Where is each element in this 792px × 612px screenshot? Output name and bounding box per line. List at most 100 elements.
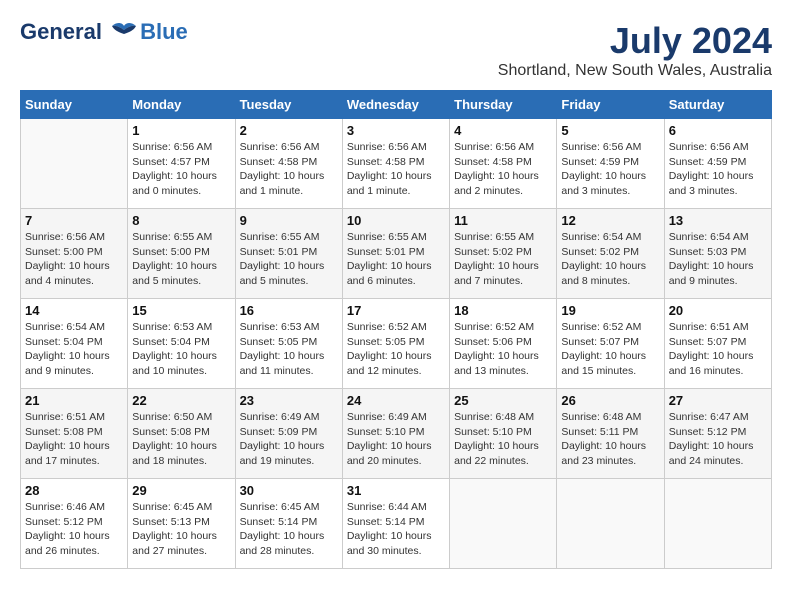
day-number: 17 bbox=[347, 303, 445, 318]
day-number: 4 bbox=[454, 123, 552, 138]
day-info: Sunrise: 6:55 AM Sunset: 5:00 PM Dayligh… bbox=[132, 230, 230, 289]
logo-blue-text: Blue bbox=[140, 19, 188, 44]
day-info: Sunrise: 6:48 AM Sunset: 5:10 PM Dayligh… bbox=[454, 410, 552, 469]
day-info: Sunrise: 6:44 AM Sunset: 5:14 PM Dayligh… bbox=[347, 500, 445, 559]
calendar-cell: 9Sunrise: 6:55 AM Sunset: 5:01 PM Daylig… bbox=[235, 209, 342, 299]
day-info: Sunrise: 6:47 AM Sunset: 5:12 PM Dayligh… bbox=[669, 410, 767, 469]
day-info: Sunrise: 6:48 AM Sunset: 5:11 PM Dayligh… bbox=[561, 410, 659, 469]
calendar-week-row: 28 Sunrise: 6:46 AM Sunset: 5:12 PM Dayli… bbox=[21, 479, 772, 569]
day-number: 16 bbox=[240, 303, 338, 318]
day-info: Sunrise: 6:56 AM Sunset: 4:59 PM Dayligh… bbox=[669, 140, 767, 199]
day-number: 24 bbox=[347, 393, 445, 408]
calendar-week-row: 1 Sunrise: 6:56 AM Sunset: 4:57 PM Daylig… bbox=[21, 119, 772, 209]
calendar-cell bbox=[557, 479, 664, 569]
day-info: Sunrise: 6:49 AM Sunset: 5:09 PM Dayligh… bbox=[240, 410, 338, 469]
day-info: Sunrise: 6:50 AM Sunset: 5:08 PM Dayligh… bbox=[132, 410, 230, 469]
day-info: Sunrise: 6:54 AM Sunset: 5:04 PM Dayligh… bbox=[25, 320, 123, 379]
day-info: Sunrise: 6:56 AM Sunset: 4:57 PM Dayligh… bbox=[132, 140, 230, 199]
day-info: Sunrise: 6:45 AM Sunset: 5:14 PM Dayligh… bbox=[240, 500, 338, 559]
day-number: 23 bbox=[240, 393, 338, 408]
calendar-cell: 21 Sunrise: 6:51 AM Sunset: 5:08 PM Dayli… bbox=[21, 389, 128, 479]
day-info: Sunrise: 6:51 AM Sunset: 5:08 PM Dayligh… bbox=[25, 410, 123, 469]
location-subtitle: Shortland, New South Wales, Australia bbox=[498, 62, 772, 80]
day-number: 10 bbox=[347, 213, 445, 228]
weekday-header-tuesday: Tuesday bbox=[235, 91, 342, 119]
calendar-week-row: 21 Sunrise: 6:51 AM Sunset: 5:08 PM Dayli… bbox=[21, 389, 772, 479]
calendar-cell: 30 Sunrise: 6:45 AM Sunset: 5:14 PM Dayli… bbox=[235, 479, 342, 569]
day-info: Sunrise: 6:49 AM Sunset: 5:10 PM Dayligh… bbox=[347, 410, 445, 469]
weekday-header-thursday: Thursday bbox=[450, 91, 557, 119]
day-number: 31 bbox=[347, 483, 445, 498]
day-info: Sunrise: 6:55 AM Sunset: 5:01 PM Dayligh… bbox=[347, 230, 445, 289]
day-number: 28 bbox=[25, 483, 123, 498]
calendar-cell: 2 Sunrise: 6:56 AM Sunset: 4:58 PM Daylig… bbox=[235, 119, 342, 209]
calendar-cell bbox=[21, 119, 128, 209]
logo-bird-icon bbox=[110, 22, 138, 44]
day-number: 7 bbox=[25, 213, 123, 228]
calendar-cell: 17 Sunrise: 6:52 AM Sunset: 5:05 PM Dayli… bbox=[342, 299, 449, 389]
calendar-week-row: 14 Sunrise: 6:54 AM Sunset: 5:04 PM Dayli… bbox=[21, 299, 772, 389]
day-info: Sunrise: 6:52 AM Sunset: 5:07 PM Dayligh… bbox=[561, 320, 659, 379]
calendar-cell: 20 Sunrise: 6:51 AM Sunset: 5:07 PM Dayli… bbox=[664, 299, 771, 389]
day-number: 14 bbox=[25, 303, 123, 318]
day-number: 3 bbox=[347, 123, 445, 138]
day-number: 19 bbox=[561, 303, 659, 318]
calendar-cell: 12 Sunrise: 6:54 AM Sunset: 5:02 PM Dayli… bbox=[557, 209, 664, 299]
calendar-cell: 28 Sunrise: 6:46 AM Sunset: 5:12 PM Dayli… bbox=[21, 479, 128, 569]
weekday-header-monday: Monday bbox=[128, 91, 235, 119]
day-info: Sunrise: 6:51 AM Sunset: 5:07 PM Dayligh… bbox=[669, 320, 767, 379]
day-number: 1 bbox=[132, 123, 230, 138]
calendar-cell: 3 Sunrise: 6:56 AM Sunset: 4:58 PM Daylig… bbox=[342, 119, 449, 209]
calendar-cell: 1 Sunrise: 6:56 AM Sunset: 4:57 PM Daylig… bbox=[128, 119, 235, 209]
day-number: 25 bbox=[454, 393, 552, 408]
logo: General Blue bbox=[20, 20, 188, 44]
calendar-cell: 10 Sunrise: 6:55 AM Sunset: 5:01 PM Dayli… bbox=[342, 209, 449, 299]
calendar-cell: 16 Sunrise: 6:53 AM Sunset: 5:05 PM Dayli… bbox=[235, 299, 342, 389]
day-number: 20 bbox=[669, 303, 767, 318]
calendar-cell: 15 Sunrise: 6:53 AM Sunset: 5:04 PM Dayli… bbox=[128, 299, 235, 389]
day-info: Sunrise: 6:55 AM Sunset: 5:02 PM Dayligh… bbox=[454, 230, 552, 289]
day-info: Sunrise: 6:53 AM Sunset: 5:04 PM Dayligh… bbox=[132, 320, 230, 379]
day-number: 12 bbox=[561, 213, 659, 228]
day-info: Sunrise: 6:53 AM Sunset: 5:05 PM Dayligh… bbox=[240, 320, 338, 379]
day-number: 30 bbox=[240, 483, 338, 498]
weekday-header-row: SundayMondayTuesdayWednesdayThursdayFrid… bbox=[21, 91, 772, 119]
month-year-title: July 2024 bbox=[498, 20, 772, 62]
day-info: Sunrise: 6:56 AM Sunset: 4:58 PM Dayligh… bbox=[347, 140, 445, 199]
day-number: 21 bbox=[25, 393, 123, 408]
calendar-cell: 5Sunrise: 6:56 AM Sunset: 4:59 PM Daylig… bbox=[557, 119, 664, 209]
weekday-header-saturday: Saturday bbox=[664, 91, 771, 119]
day-info: Sunrise: 6:45 AM Sunset: 5:13 PM Dayligh… bbox=[132, 500, 230, 559]
weekday-header-wednesday: Wednesday bbox=[342, 91, 449, 119]
day-number: 15 bbox=[132, 303, 230, 318]
day-number: 2 bbox=[240, 123, 338, 138]
day-number: 18 bbox=[454, 303, 552, 318]
day-number: 5 bbox=[561, 123, 659, 138]
day-info: Sunrise: 6:46 AM Sunset: 5:12 PM Dayligh… bbox=[25, 500, 123, 559]
calendar-cell: 14 Sunrise: 6:54 AM Sunset: 5:04 PM Dayli… bbox=[21, 299, 128, 389]
title-block: July 2024 Shortland, New South Wales, Au… bbox=[498, 20, 772, 80]
calendar-week-row: 7 Sunrise: 6:56 AM Sunset: 5:00 PM Daylig… bbox=[21, 209, 772, 299]
calendar-cell bbox=[450, 479, 557, 569]
day-info: Sunrise: 6:54 AM Sunset: 5:02 PM Dayligh… bbox=[561, 230, 659, 289]
day-info: Sunrise: 6:56 AM Sunset: 5:00 PM Dayligh… bbox=[25, 230, 123, 289]
calendar-cell: 24 Sunrise: 6:49 AM Sunset: 5:10 PM Dayli… bbox=[342, 389, 449, 479]
calendar-table: SundayMondayTuesdayWednesdayThursdayFrid… bbox=[20, 90, 772, 569]
calendar-cell: 26Sunrise: 6:48 AM Sunset: 5:11 PM Dayli… bbox=[557, 389, 664, 479]
calendar-cell: 6Sunrise: 6:56 AM Sunset: 4:59 PM Daylig… bbox=[664, 119, 771, 209]
day-info: Sunrise: 6:56 AM Sunset: 4:58 PM Dayligh… bbox=[454, 140, 552, 199]
day-info: Sunrise: 6:52 AM Sunset: 5:06 PM Dayligh… bbox=[454, 320, 552, 379]
calendar-cell: 27 Sunrise: 6:47 AM Sunset: 5:12 PM Dayli… bbox=[664, 389, 771, 479]
calendar-cell: 31 Sunrise: 6:44 AM Sunset: 5:14 PM Dayli… bbox=[342, 479, 449, 569]
day-info: Sunrise: 6:56 AM Sunset: 4:58 PM Dayligh… bbox=[240, 140, 338, 199]
day-number: 27 bbox=[669, 393, 767, 408]
weekday-header-sunday: Sunday bbox=[21, 91, 128, 119]
day-number: 29 bbox=[132, 483, 230, 498]
calendar-cell: 19 Sunrise: 6:52 AM Sunset: 5:07 PM Dayli… bbox=[557, 299, 664, 389]
day-number: 8 bbox=[132, 213, 230, 228]
calendar-cell: 13Sunrise: 6:54 AM Sunset: 5:03 PM Dayli… bbox=[664, 209, 771, 299]
calendar-cell: 23 Sunrise: 6:49 AM Sunset: 5:09 PM Dayli… bbox=[235, 389, 342, 479]
day-info: Sunrise: 6:52 AM Sunset: 5:05 PM Dayligh… bbox=[347, 320, 445, 379]
calendar-cell: 8 Sunrise: 6:55 AM Sunset: 5:00 PM Daylig… bbox=[128, 209, 235, 299]
day-number: 11 bbox=[454, 213, 552, 228]
